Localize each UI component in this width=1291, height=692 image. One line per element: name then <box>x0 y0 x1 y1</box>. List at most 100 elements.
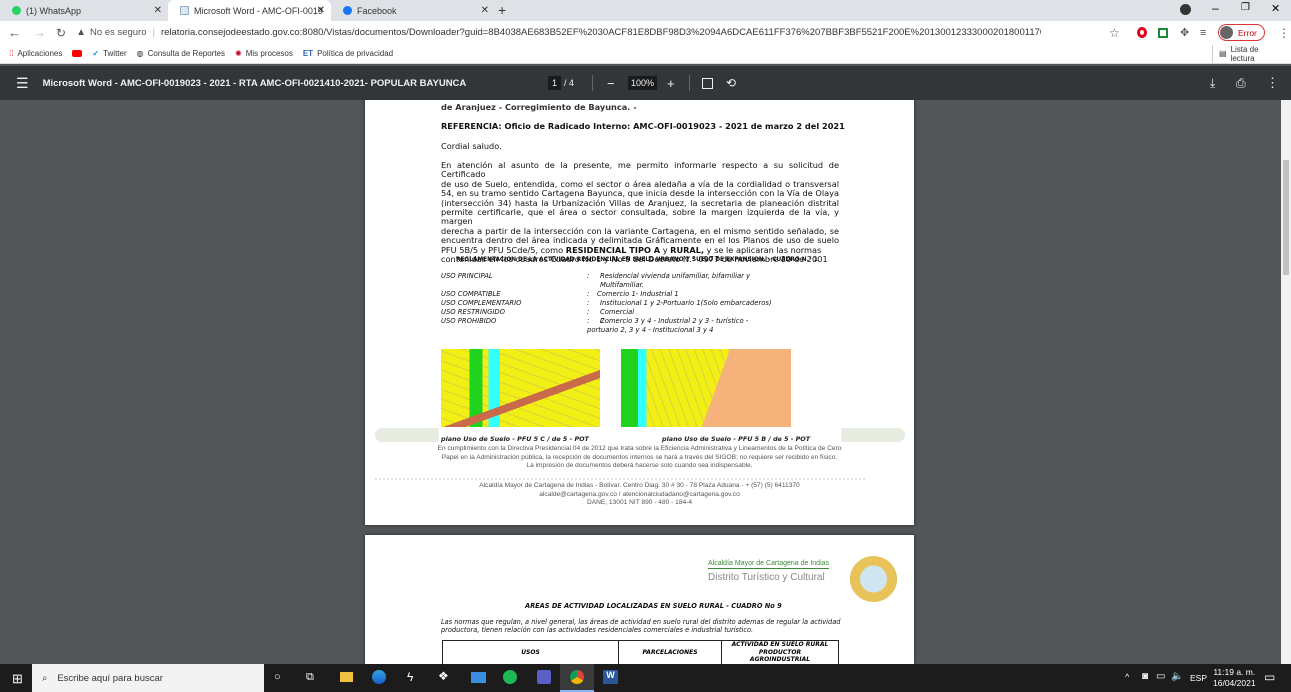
bookmark-consulta[interactable]: ◍Consulta de Reportes <box>137 49 225 58</box>
word-icon[interactable]: W <box>603 670 618 684</box>
reading-list-icon: ▤ <box>1219 49 1227 58</box>
uso-label: USO PROHIBIDO <box>441 317 496 325</box>
zoom-input[interactable]: 100% <box>628 76 657 90</box>
teams-icon[interactable] <box>537 670 551 684</box>
taskbar-search-input[interactable]: ⌕Escribe aquí para buscar <box>32 664 264 692</box>
close-tab-icon[interactable]: ✕ <box>317 5 325 16</box>
meet-icon[interactable]: ◙ <box>1142 671 1148 682</box>
extension-icon[interactable] <box>1158 28 1168 38</box>
tab-pdf[interactable]: Microsoft Word - AMC-OFI-0019✕ <box>168 0 331 21</box>
rotate-icon[interactable]: ⟲ <box>726 76 736 90</box>
edge-icon[interactable] <box>372 670 386 684</box>
pdf-page-2: Alcaldía Mayor de Cartagena de Indias Di… <box>365 535 914 664</box>
clock[interactable]: 11:19 a. m.16/04/2021 <box>1213 667 1256 689</box>
network-icon[interactable]: ▭ <box>1156 671 1165 682</box>
uso-value: Residencial vivienda unifamiliar, bifami… <box>600 272 750 281</box>
email-line: alcalde@cartagena.gov.co / atencionalciu… <box>365 491 914 500</box>
globe-icon: ◍ <box>137 49 144 58</box>
pdf-page-1: de Aranjuez - Corregimiento de Bayunca. … <box>365 100 914 525</box>
cuadro-9-table: USOS PARCELACIONES ACTIVIDAD EN SUELO RU… <box>442 640 839 664</box>
notifications-icon[interactable]: ▭ <box>1264 670 1275 684</box>
spotify-icon[interactable] <box>503 670 517 684</box>
notice-line: En cumplimiento con la Directiva Preside… <box>365 445 914 454</box>
zoom-out-button[interactable]: − <box>607 76 615 91</box>
uso-value: Comercio 3 y 4 - Industrial 2 y 3 - turí… <box>600 317 748 326</box>
tab-facebook[interactable]: Facebook✕ <box>331 0 495 21</box>
uso-label: USO COMPLEMENTARIO <box>441 299 521 307</box>
forward-icon[interactable]: → <box>33 25 46 40</box>
maximize-button[interactable]: ❐ <box>1241 2 1250 13</box>
cortana-icon[interactable]: ○ <box>274 671 281 683</box>
pdf-title: Microsoft Word - AMC-OFI-0019023 - 2021 … <box>43 78 467 89</box>
body-paragraph: En atención al asunto de la presente, me… <box>441 161 839 264</box>
bookmark-procesos[interactable]: ✺Mis procesos <box>235 49 293 58</box>
avatar <box>1220 26 1233 39</box>
bookmark-privacidad[interactable]: ETPolítica de privacidad <box>303 49 393 58</box>
media-icon[interactable]: ≡ <box>1200 27 1206 39</box>
hamburger-menu-icon[interactable]: ☰ <box>16 75 29 92</box>
tray-chevron-icon[interactable]: ^ <box>1125 672 1129 682</box>
extensions-puzzle-icon[interactable]: ✥ <box>1180 26 1189 39</box>
back-icon[interactable]: ← <box>8 25 21 40</box>
fit-page-icon[interactable] <box>702 78 713 89</box>
address-line: de Aranjuez - Corregimiento de Bayunca. … <box>441 102 637 112</box>
app-s-icon[interactable]: ϟ <box>407 670 413 684</box>
opera-extension-icon[interactable] <box>1137 27 1147 38</box>
close-window-button[interactable]: ✕ <box>1271 2 1280 15</box>
cartagena-seal-logo <box>850 556 897 602</box>
url-input[interactable]: relatoria.consejodeestado.gov.co:8080/Vi… <box>161 27 1041 38</box>
vertical-scrollbar[interactable] <box>1281 100 1291 664</box>
cuadro-1-title: REGLAMENTACION DE LA ACTIVIDAD RESIDENCI… <box>456 257 818 263</box>
page-number-input[interactable]: 1 <box>548 76 561 90</box>
mail-icon[interactable] <box>471 672 486 683</box>
bookmark-label: Aplicaciones <box>17 49 62 58</box>
new-tab-button[interactable]: + <box>498 2 506 18</box>
download-icon[interactable]: ⤓ <box>1210 76 1215 91</box>
usos-list: USO PRINCIPAL:Residencial vivienda unifa… <box>441 272 521 335</box>
windows-start-icon[interactable]: ⊞ <box>12 671 23 687</box>
more-options-icon[interactable]: ⋮ <box>1266 75 1279 91</box>
zoom-in-button[interactable]: + <box>667 76 675 91</box>
reading-list[interactable]: ▤ Lista de lectura <box>1212 45 1281 63</box>
reload-icon[interactable]: ↻ <box>56 26 66 40</box>
chrome-taskbar-button[interactable] <box>560 664 594 692</box>
profile-button[interactable]: Error <box>1218 24 1265 41</box>
pdf-viewer[interactable]: de Aranjuez - Corregimiento de Bayunca. … <box>0 100 1281 664</box>
reference-line: REFERENCIA: Oficio de Radicado Interno: … <box>441 121 845 131</box>
cuadro-9-title: AREAS DE ACTIVIDAD LOCALIZADAS EN SUELO … <box>525 602 782 610</box>
task-view-icon[interactable]: ⧉ <box>306 671 314 684</box>
windows-taskbar: ⊞ ⌕Escribe aquí para buscar ○ ⧉ ϟ ❖ W ^ … <box>0 664 1291 692</box>
language-indicator[interactable]: ESP <box>1190 673 1207 683</box>
address-line: Alcaldía Mayor de Cartagena de Indias - … <box>365 482 914 491</box>
date: 16/04/2021 <box>1213 678 1256 689</box>
uso-value: portuario 2, 3 y 4 - Institucional 3 y 4 <box>587 326 714 335</box>
uso-label: USO COMPATIBLE <box>441 290 501 298</box>
land-use-map-5c <box>441 349 600 427</box>
table-header: PARCELACIONES <box>619 641 722 664</box>
paragraph-line: permite certificarle, que el área o sect… <box>441 208 839 227</box>
tab-search-icon[interactable] <box>1180 4 1191 15</box>
twitter-icon: ✔ <box>92 49 99 58</box>
menu-icon[interactable]: ⋮ <box>1278 26 1290 40</box>
profile-status: Error <box>1238 28 1257 38</box>
browser-tab-strip: (1) WhatsApp✕ Microsoft Word - AMC-OFI-0… <box>0 0 1291 21</box>
reading-list-label: Lista de lectura <box>1231 45 1281 63</box>
close-tab-icon[interactable]: ✕ <box>481 5 489 16</box>
bookmark-twitter[interactable]: ✔Twitter <box>92 49 126 58</box>
bookmark-apps[interactable]: ⁞⁞Aplicaciones <box>9 49 62 58</box>
search-placeholder: Escribe aquí para buscar <box>57 673 163 684</box>
tab-whatsapp[interactable]: (1) WhatsApp✕ <box>0 0 168 21</box>
address-bar-row: ← → ↻ ▲ No es seguro | relatoria.consejo… <box>0 21 1291 44</box>
minimize-button[interactable]: – <box>1212 1 1219 15</box>
security-status[interactable]: No es seguro <box>90 27 147 38</box>
close-tab-icon[interactable]: ✕ <box>154 5 162 16</box>
dropbox-icon[interactable]: ❖ <box>438 669 449 683</box>
notice-line: La impresión de documentos deberá hacers… <box>365 462 914 471</box>
file-explorer-icon[interactable] <box>340 672 353 682</box>
print-icon[interactable]: ⎙ <box>1236 76 1246 91</box>
bookmark-youtube[interactable] <box>72 50 82 57</box>
youtube-icon <box>72 50 82 57</box>
org-name: Alcaldía Mayor de Cartagena de Indias <box>708 560 829 569</box>
volume-icon[interactable]: 🔈 <box>1171 671 1183 682</box>
bookmark-star-icon[interactable]: ☆ <box>1109 26 1120 40</box>
